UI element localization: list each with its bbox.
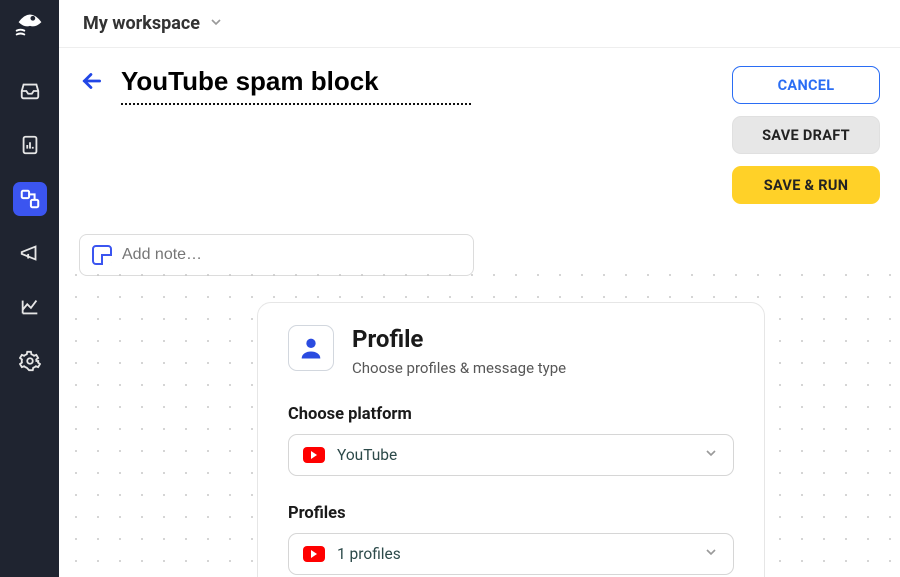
- sidebar-item-reports[interactable]: [13, 128, 47, 162]
- main: My workspace CANCEL SAVE DRAFT SAVE & RU…: [59, 0, 900, 577]
- chevron-down-icon: [208, 14, 224, 34]
- workspace-switcher[interactable]: My workspace: [83, 13, 200, 34]
- sidebar-item-inbox[interactable]: [13, 74, 47, 108]
- profiles-select[interactable]: 1 profiles: [288, 533, 734, 575]
- content-area: CANCEL SAVE DRAFT SAVE & RUN: [59, 48, 900, 577]
- page-title-input[interactable]: [121, 66, 471, 105]
- profile-card: Profile Choose profiles & message type C…: [257, 302, 765, 577]
- sidebar-item-automation[interactable]: [13, 182, 47, 216]
- youtube-icon: [303, 546, 325, 562]
- chevron-down-icon: [703, 544, 719, 564]
- card-subtitle: Choose profiles & message type: [352, 359, 566, 377]
- cancel-button[interactable]: CANCEL: [732, 66, 880, 104]
- profiles-label: Profiles: [288, 504, 734, 523]
- topbar: My workspace: [59, 0, 900, 48]
- youtube-icon: [303, 447, 325, 463]
- sidebar: [0, 0, 59, 577]
- profile-icon: [288, 325, 334, 371]
- platform-select[interactable]: YouTube: [288, 434, 734, 476]
- platform-value: YouTube: [337, 446, 397, 464]
- chevron-down-icon: [703, 445, 719, 465]
- sidebar-item-analytics[interactable]: [13, 290, 47, 324]
- save-draft-button[interactable]: SAVE DRAFT: [732, 116, 880, 154]
- back-arrow-button[interactable]: [79, 66, 105, 101]
- sidebar-item-settings[interactable]: [13, 344, 47, 378]
- app-logo: [10, 4, 50, 44]
- profiles-count: 1 profiles: [337, 545, 401, 563]
- platform-label: Choose platform: [288, 405, 734, 424]
- save-run-button[interactable]: SAVE & RUN: [732, 166, 880, 204]
- sidebar-item-campaigns[interactable]: [13, 236, 47, 270]
- card-title: Profile: [352, 325, 566, 353]
